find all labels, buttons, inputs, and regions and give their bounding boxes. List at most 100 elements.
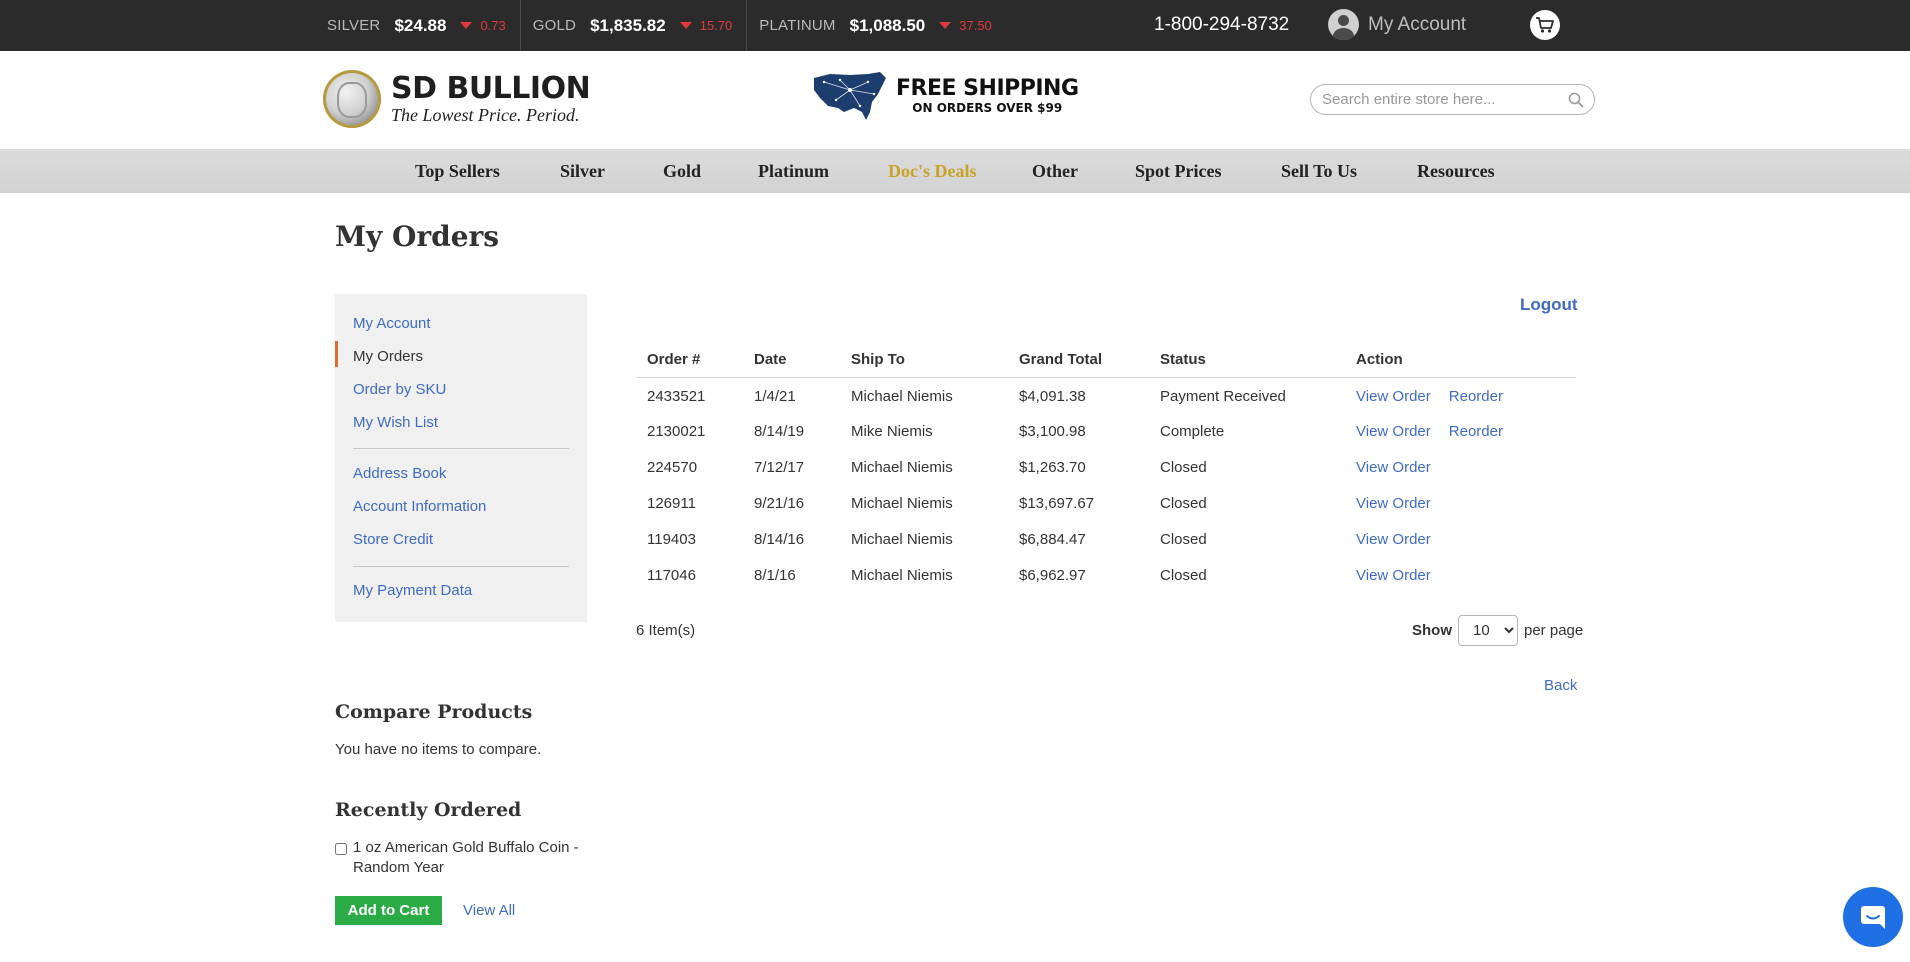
nav-platinum[interactable]: Platinum	[758, 161, 829, 182]
recently-ordered-item: 1 oz American Gold Buffalo Coin - Random…	[335, 838, 585, 878]
table-row: 117046 8/1/16 Michael Niemis $6,962.97 C…	[636, 557, 1576, 593]
show-label: Show	[1412, 622, 1452, 639]
sidebar-item-payment-data[interactable]: My Payment Data	[353, 582, 472, 599]
order-number: 117046	[647, 566, 696, 584]
ticker-price: $24.88	[394, 15, 447, 35]
order-actions: View Order	[1345, 521, 1576, 557]
nav-sell-to-us[interactable]: Sell To Us	[1281, 161, 1357, 182]
ticker-change: 0.73	[480, 18, 506, 33]
order-date: 8/1/16	[754, 566, 796, 584]
sidebar-item-store-credit[interactable]: Store Credit	[353, 531, 433, 548]
column-header-status: Status	[1149, 343, 1345, 378]
ticker-price: $1,835.82	[590, 15, 666, 35]
nav-docs-deals[interactable]: Doc's Deals	[888, 161, 977, 182]
order-number: 119403	[647, 530, 696, 548]
order-total: $6,884.47	[1019, 530, 1086, 548]
order-status: Closed	[1160, 458, 1207, 476]
column-header-grand-total: Grand Total	[1008, 343, 1149, 378]
user-icon	[1328, 9, 1359, 40]
view-order-link[interactable]: View Order	[1356, 459, 1431, 476]
compare-products-title: Compare Products	[335, 701, 533, 723]
order-status: Complete	[1160, 422, 1225, 440]
order-total: $1,263.70	[1019, 458, 1086, 476]
cart-icon	[1536, 17, 1554, 33]
site-header: SD BULLION The Lowest Price. Period. FRE…	[0, 51, 1910, 149]
back-link[interactable]: Back	[1544, 677, 1577, 694]
ticker-gold[interactable]: GOLD $1,835.82 15.70	[519, 0, 747, 51]
nav-spot-prices[interactable]: Spot Prices	[1135, 161, 1221, 182]
logout-link[interactable]: Logout	[1520, 295, 1578, 315]
order-number: 126911	[647, 494, 696, 512]
sidebar-item-address-book[interactable]: Address Book	[353, 465, 446, 482]
table-row: 119403 8/14/16 Michael Niemis $6,884.47 …	[636, 521, 1576, 557]
order-number: 224570	[647, 458, 698, 476]
table-row: 224570 7/12/17 Michael Niemis $1,263.70 …	[636, 449, 1576, 485]
nav-top-sellers[interactable]: Top Sellers	[415, 161, 500, 182]
down-arrow-icon	[939, 22, 952, 29]
order-actions: View Order Reorder	[1345, 377, 1576, 413]
my-account-link[interactable]: My Account	[1328, 9, 1466, 40]
table-row: 2130021 8/14/19 Mike Niemis $3,100.98 Co…	[636, 413, 1576, 449]
orders-table: Order # Date Ship To Grand Total Status …	[636, 343, 1576, 593]
ticker-silver[interactable]: SILVER $24.88 0.73	[327, 0, 520, 51]
order-status: Closed	[1160, 566, 1207, 584]
recent-item-name: 1 oz American Gold Buffalo Coin - Random…	[353, 839, 579, 876]
reorder-link[interactable]: Reorder	[1449, 423, 1503, 440]
site-logo[interactable]: SD BULLION The Lowest Price. Period.	[323, 70, 591, 128]
view-order-link[interactable]: View Order	[1356, 423, 1431, 440]
ticker-price: $1,088.50	[849, 15, 926, 35]
ticker-name: SILVER	[327, 17, 381, 34]
sidebar-item-order-by-sku[interactable]: Order by SKU	[353, 381, 446, 398]
sidebar-divider	[353, 448, 569, 449]
per-page-control: Show 10 per page	[1412, 615, 1583, 646]
ticker-change: 15.70	[699, 18, 733, 33]
order-date: 9/21/16	[754, 494, 805, 512]
order-status: Closed	[1160, 530, 1207, 548]
order-date: 7/12/17	[754, 458, 805, 476]
reorder-link[interactable]: Reorder	[1449, 388, 1503, 405]
sidebar-item-my-account[interactable]: My Account	[353, 315, 431, 332]
nav-other[interactable]: Other	[1032, 161, 1078, 182]
nav-silver[interactable]: Silver	[560, 161, 605, 182]
chat-icon	[1861, 906, 1885, 929]
search-icon[interactable]	[1568, 92, 1584, 108]
view-order-link[interactable]: View Order	[1356, 567, 1431, 584]
cart-button[interactable]	[1530, 10, 1560, 40]
order-date: 8/14/19	[754, 422, 805, 440]
sidebar-item-my-orders: My Orders	[353, 348, 424, 365]
view-order-link[interactable]: View Order	[1356, 531, 1431, 548]
order-status: Payment Received	[1160, 388, 1286, 406]
logo-title: SD BULLION	[391, 71, 591, 106]
chat-button[interactable]	[1843, 887, 1903, 947]
compare-empty-text: You have no items to compare.	[335, 741, 542, 758]
table-row: 126911 9/21/16 Michael Niemis $13,697.67…	[636, 485, 1576, 521]
view-order-link[interactable]: View Order	[1356, 495, 1431, 512]
view-order-link[interactable]: View Order	[1356, 388, 1431, 405]
search-input[interactable]	[1322, 85, 1552, 114]
per-page-select[interactable]: 10	[1458, 615, 1518, 646]
top-bar: SILVER $24.88 0.73 GOLD $1,835.82 15.70 …	[0, 0, 1910, 51]
ticker-platinum[interactable]: PLATINUM $1,088.50 37.50	[746, 0, 1006, 51]
free-shipping-banner[interactable]: FREE SHIPPING ON ORDERS OVER $99	[810, 68, 1079, 124]
order-actions: View Order	[1345, 485, 1576, 521]
usa-map-icon	[814, 72, 886, 120]
items-count: 6 Item(s)	[636, 622, 696, 639]
view-all-link[interactable]: View All	[463, 902, 515, 919]
column-header-action: Action	[1345, 343, 1576, 378]
add-to-cart-button[interactable]: Add to Cart	[335, 896, 442, 925]
per-page-suffix: per page	[1524, 622, 1584, 639]
phone-number[interactable]: 1-800-294-8732	[1154, 14, 1289, 36]
recent-item-checkbox[interactable]	[335, 843, 347, 855]
nav-resources[interactable]: Resources	[1417, 161, 1495, 182]
order-date: 8/14/16	[754, 530, 805, 548]
nav-gold[interactable]: Gold	[663, 161, 701, 182]
order-number: 2130021	[647, 422, 706, 440]
order-total: $13,697.67	[1019, 494, 1095, 512]
table-row: 2433521 1/4/21 Michael Niemis $4,091.38 …	[636, 377, 1576, 413]
coin-logo-icon	[323, 70, 381, 128]
order-ship-to: Michael Niemis	[851, 388, 953, 406]
search-box	[1310, 84, 1595, 115]
sidebar-item-account-information[interactable]: Account Information	[353, 498, 486, 515]
sidebar-item-wish-list[interactable]: My Wish List	[353, 414, 438, 431]
order-total: $3,100.98	[1019, 422, 1086, 440]
